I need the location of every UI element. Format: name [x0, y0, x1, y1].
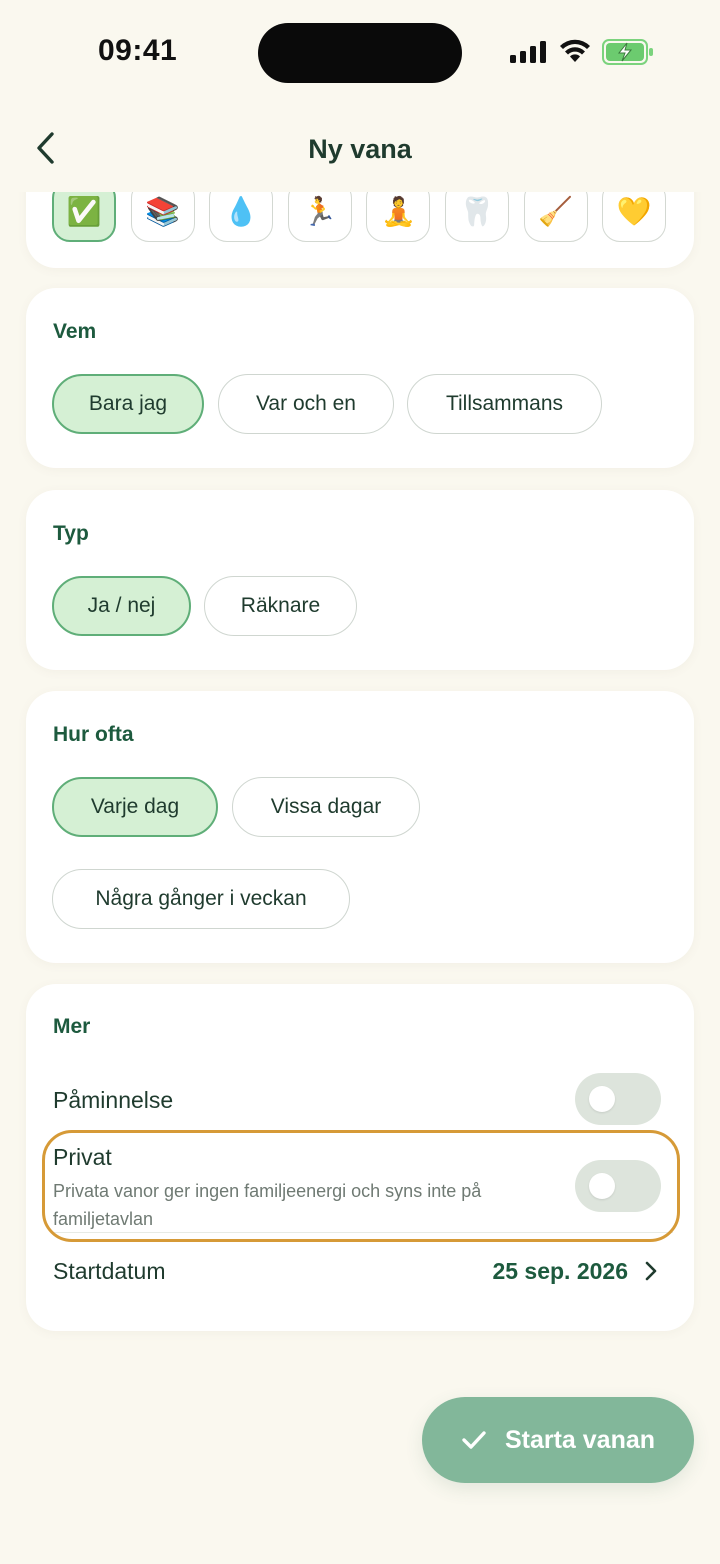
reminder-toggle[interactable] — [575, 1073, 661, 1125]
start-habit-button[interactable]: Starta vanan — [422, 1397, 694, 1483]
toggle-knob — [589, 1173, 615, 1199]
checkmark-icon — [462, 1431, 486, 1449]
cellular-signal-icon — [510, 41, 546, 63]
start-habit-label: Starta vanan — [504, 1425, 656, 1454]
books-icon: 📚 — [145, 194, 181, 228]
frequency-option-nagra-ganger[interactable]: Några gånger i veckan — [52, 869, 350, 929]
who-label: Vem — [53, 320, 97, 343]
nav-header: Ny vana — [0, 104, 720, 192]
status-bar: 09:41 — [0, 0, 720, 104]
battery-charging-icon — [602, 39, 653, 65]
more-card: Mer Påminnelse Privat Privata vanor ger … — [26, 984, 694, 1331]
start-date-value[interactable]: 25 sep. 2026 — [492, 1258, 628, 1285]
check-mark-icon: ✅ — [66, 194, 102, 228]
droplet-icon: 💧 — [223, 194, 259, 228]
page-title: Ny vana — [308, 134, 412, 164]
status-time: 09:41 — [98, 34, 178, 67]
frequency-card: Hur ofta Varje dag Vissa dagar Några gån… — [26, 691, 694, 963]
dynamic-island — [258, 23, 462, 83]
reminder-label: Påminnelse — [53, 1087, 174, 1113]
more-label: Mer — [53, 1015, 91, 1038]
frequency-label: Hur ofta — [53, 723, 134, 746]
meditation-icon: 🧘 — [380, 194, 416, 228]
who-option-bara-jag[interactable]: Bara jag — [52, 374, 204, 434]
divider — [53, 1232, 673, 1233]
who-option-tillsammans[interactable]: Tillsammans — [407, 374, 602, 434]
type-label: Typ — [53, 522, 89, 545]
chevron-right-icon[interactable] — [644, 1260, 658, 1282]
start-date-label: Startdatum — [53, 1258, 166, 1284]
private-description: Privata vanor ger ingen familjeenergi oc… — [53, 1181, 482, 1229]
private-label: Privat — [53, 1144, 112, 1170]
tooth-icon: 🦷 — [459, 194, 495, 228]
type-option-raknare[interactable]: Räknare — [204, 576, 357, 636]
broom-icon: 🧹 — [538, 194, 574, 228]
frequency-option-vissa-dagar[interactable]: Vissa dagar — [232, 777, 420, 837]
runner-icon: 🏃 — [302, 194, 338, 228]
who-card: Vem Bara jag Var och en Tillsammans — [26, 288, 694, 468]
type-option-ja-nej[interactable]: Ja / nej — [52, 576, 191, 636]
private-toggle[interactable] — [575, 1160, 661, 1212]
yellow-heart-icon: 💛 — [616, 194, 652, 228]
frequency-option-varje-dag[interactable]: Varje dag — [52, 777, 218, 837]
type-card: Typ Ja / nej Räknare — [26, 490, 694, 670]
wifi-icon — [560, 39, 590, 62]
toggle-knob — [589, 1086, 615, 1112]
who-option-var-och-en[interactable]: Var och en — [218, 374, 394, 434]
